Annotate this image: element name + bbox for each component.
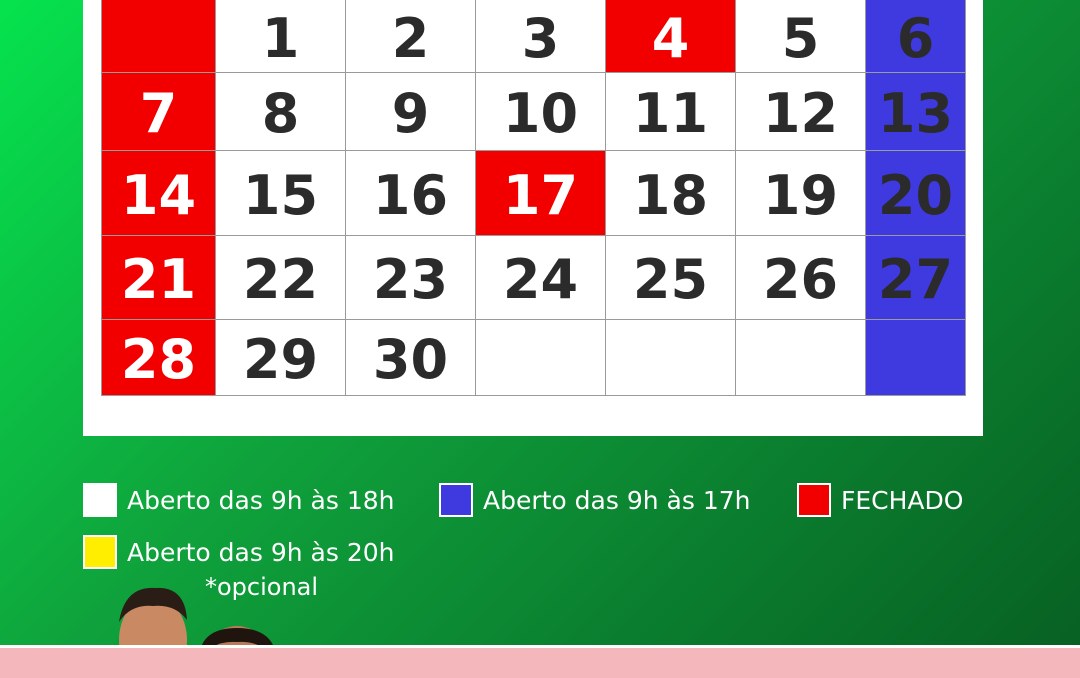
calendar-day-cell: 4: [606, 0, 736, 73]
calendar-day-cell: 7: [102, 73, 216, 151]
calendar-day-cell: 11: [606, 73, 736, 151]
white-swatch: [83, 483, 117, 517]
calendar-day-cell: 14: [102, 151, 216, 236]
calendar-day-cell: 30: [346, 320, 476, 396]
calendar-day-cell: 20: [866, 151, 966, 236]
yellow-swatch: [83, 535, 117, 569]
calendar-day-cell: 5: [736, 0, 866, 73]
calendar-day-cell: 2: [346, 0, 476, 73]
legend-item-closed: FECHADO: [797, 483, 963, 517]
calendar-day-cell: 24: [476, 236, 606, 320]
legend-item-open-17h: Aberto das 9h às 17h: [439, 483, 750, 517]
calendar-day-cell: 8: [216, 73, 346, 151]
calendar-day-cell: 6: [866, 0, 966, 73]
calendar-day-cell: [476, 320, 606, 396]
calendar-day-cell: 23: [346, 236, 476, 320]
calendar-day-cell: [102, 0, 216, 73]
legend-label-closed: FECHADO: [841, 485, 964, 515]
calendar-day-cell: 1: [216, 0, 346, 73]
calendar-day-cell: [866, 320, 966, 396]
calendar-day-cell: 27: [866, 236, 966, 320]
calendar-day-cell: 25: [606, 236, 736, 320]
calendar-day-cell: 15: [216, 151, 346, 236]
legend-label-open-20h: Aberto das 9h às 20h: [127, 537, 395, 567]
calendar-day-cell: 19: [736, 151, 866, 236]
calendar-grid: 1 2 3 4 5 6 7 8 9 10 11 12 13 14 15 16 17 18 19 20 21 22 23 24 2…: [101, 0, 966, 396]
calendar-day-cell: 26: [736, 236, 866, 320]
calendar-day-cell: [736, 320, 866, 396]
bottom-band: [0, 645, 1080, 678]
legend-item-open-18h: Aberto das 9h às 18h: [83, 483, 394, 517]
calendar-day-cell: 21: [102, 236, 216, 320]
legend-label-open-18h: Aberto das 9h às 18h: [127, 485, 395, 515]
calendar-day-cell: 12: [736, 73, 866, 151]
legend-item-open-20h: Aberto das 9h às 20h: [83, 535, 394, 569]
calendar-day-cell: 18: [606, 151, 736, 236]
legend-label-open-17h: Aberto das 9h às 17h: [483, 485, 751, 515]
calendar-day-cell: 3: [476, 0, 606, 73]
calendar-day-cell: 17: [476, 151, 606, 236]
calendar-day-cell: 29: [216, 320, 346, 396]
calendar-day-cell: 28: [102, 320, 216, 396]
calendar-day-cell: 10: [476, 73, 606, 151]
calendar-day-cell: 16: [346, 151, 476, 236]
calendar-day-cell: 9: [346, 73, 476, 151]
calendar-day-cell: [606, 320, 736, 396]
calendar-day-cell: 22: [216, 236, 346, 320]
red-swatch: [797, 483, 831, 517]
blue-swatch: [439, 483, 473, 517]
calendar-day-cell: 13: [866, 73, 966, 151]
